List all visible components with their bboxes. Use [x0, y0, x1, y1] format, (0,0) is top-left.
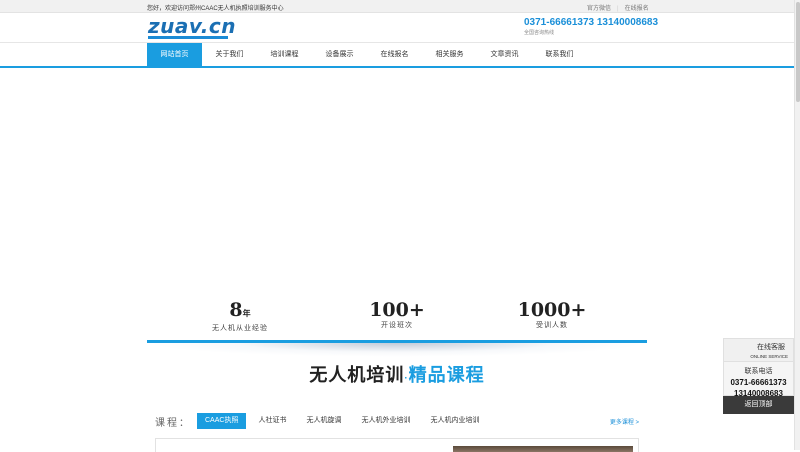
tab-office-training[interactable]: 无人机内业培训 — [422, 413, 487, 429]
nav-list: 网站首页 关于我们 培训课程 设备展示 在线报名 相关服务 文章资讯 联系我们 — [147, 43, 587, 67]
stat-trainees: 1000+ 受训人数 — [472, 300, 632, 330]
online-service-panel[interactable]: 在线客服 ONLINE SERVICE — [723, 338, 794, 362]
stat-classes: 100+ 开设班次 — [317, 300, 477, 330]
course-image[interactable] — [453, 446, 633, 452]
section-divider — [147, 340, 647, 358]
stat-label: 无人机从业经验 — [212, 325, 268, 332]
back-to-top-button[interactable]: 返回顶部 — [723, 396, 794, 414]
page-scrollbar[interactable] — [794, 0, 800, 450]
stat-label: 开设班次 — [381, 322, 413, 329]
nav-item-services[interactable]: 相关服务 — [422, 43, 477, 67]
tab-caac[interactable]: CAAC执照 — [197, 413, 247, 429]
nav-item-contact[interactable]: 联系我们 — [532, 43, 587, 67]
logo-text: zuav.cn — [148, 14, 236, 38]
more-courses-link[interactable]: 更多课程 > — [610, 417, 639, 426]
nav-item-signup[interactable]: 在线报名 — [367, 43, 422, 67]
online-service-title: 在线客服 — [757, 344, 785, 351]
top-bar: 您好，欢迎访问郑州CAAC无人机执照培训服务中心 官方微信 | 在线报名 — [0, 0, 800, 13]
scrollbar-thumb[interactable] — [796, 2, 800, 102]
stat-value: 8年 — [160, 300, 320, 323]
nav-item-home[interactable]: 网站首页 — [147, 43, 202, 67]
course-filter-bar: 课程： CAAC执照 人社证书 无人机旋调 无人机外业培训 无人机内业培训 更多… — [155, 413, 645, 431]
top-links: 官方微信 | 在线报名 — [587, 3, 649, 12]
course-tabs: CAAC执照 人社证书 无人机旋调 无人机外业培训 无人机内业培训 — [197, 413, 491, 429]
course-label: 课程： — [155, 418, 191, 429]
section-title: 无人机培训·精品课程 — [0, 361, 794, 387]
online-service-subtitle: ONLINE SERVICE — [750, 354, 788, 359]
contact-phone-1: 0371-66661373 — [730, 378, 787, 387]
stat-number: 1000+ — [517, 299, 587, 321]
stat-number: 100+ — [369, 299, 425, 321]
stat-value: 1000+ — [472, 300, 632, 320]
section-title-accent: 精品课程 — [408, 365, 485, 385]
link-separator: | — [617, 6, 619, 12]
divider-shadow — [147, 343, 647, 357]
stat-value: 100+ — [317, 300, 477, 320]
stat-unit: 年 — [242, 308, 251, 318]
contact-phone-title: 联系电话 — [744, 368, 773, 375]
hero-banner — [0, 68, 800, 292]
welcome-text: 您好，欢迎访问郑州CAAC无人机执照培训服务中心 — [147, 6, 284, 12]
nav-item-about[interactable]: 关于我们 — [202, 43, 257, 67]
nav-item-articles[interactable]: 文章资讯 — [477, 43, 532, 67]
site-logo[interactable]: zuav.cn — [148, 14, 236, 39]
signup-link[interactable]: 在线报名 — [625, 3, 649, 12]
main-nav: 网站首页 关于我们 培训课程 设备展示 在线报名 相关服务 文章资讯 联系我们 — [0, 42, 800, 68]
nav-item-courses[interactable]: 培训课程 — [257, 43, 312, 67]
stat-label: 受训人数 — [536, 322, 568, 329]
stat-experience: 8年 无人机从业经验 — [160, 300, 320, 333]
site-header: zuav.cn 0371-66661373 13140008683 全国咨询热线 — [0, 13, 800, 42]
tab-hr-cert[interactable]: 人社证书 — [250, 413, 294, 429]
contact-phone-panel: 联系电话 0371-66661373 13140008683 — [723, 362, 794, 398]
stat-number: 8 — [229, 299, 243, 321]
hotline: 0371-66661373 13140008683 全国咨询热线 — [524, 17, 658, 36]
section-title-main: 无人机培训 — [309, 365, 405, 385]
nav-item-equipment[interactable]: 设备展示 — [312, 43, 367, 67]
hotline-number: 0371-66661373 13140008683 — [524, 17, 659, 28]
tab-field-training[interactable]: 无人机外业培训 — [353, 413, 418, 429]
tab-tuning[interactable]: 无人机旋调 — [298, 413, 349, 429]
wechat-link[interactable]: 官方微信 — [587, 3, 611, 12]
hotline-label: 全国咨询热线 — [524, 30, 555, 36]
